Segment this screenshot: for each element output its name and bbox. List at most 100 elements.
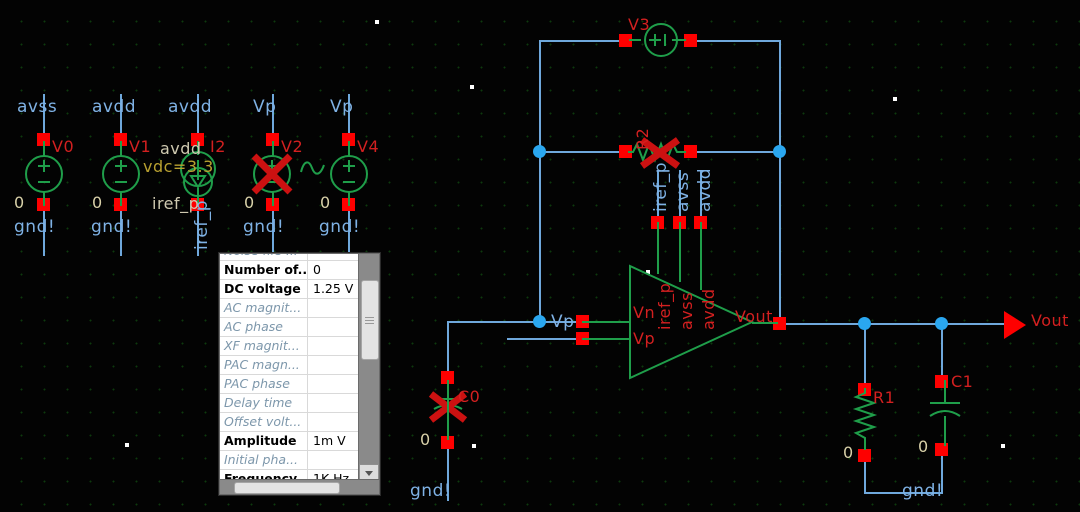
property-name: XF magnit... <box>220 337 308 355</box>
net-label-vp2: Vp <box>330 97 354 117</box>
lead-v0-top <box>43 141 45 157</box>
property-name: Number of... <box>220 261 308 279</box>
property-name: Amplitude <box>220 432 308 450</box>
property-name: AC magnit... <box>220 299 308 317</box>
junction-r1 <box>858 317 871 330</box>
property-name: PAC phase <box>220 375 308 393</box>
wire-vn-node-down[interactable] <box>539 151 541 321</box>
property-value[interactable] <box>308 337 359 355</box>
net-label-vp1: Vp <box>253 97 277 117</box>
net-label-avss: avss <box>17 97 58 117</box>
wire-r1-top[interactable] <box>864 323 866 383</box>
marker-dot <box>470 85 474 89</box>
wire-c1-top[interactable] <box>941 323 943 375</box>
scrollbar-horizontal-thumb[interactable] <box>234 482 340 494</box>
property-row[interactable]: XF magnit... <box>220 337 359 356</box>
property-value[interactable] <box>308 299 359 317</box>
pinlabel-vout: Vout <box>735 307 773 326</box>
junction-c1 <box>935 317 948 330</box>
junction-vn-node <box>533 145 546 158</box>
scrollbar-horizontal[interactable] <box>220 479 379 494</box>
lead-opamp-vp <box>582 338 630 340</box>
property-value[interactable] <box>308 318 359 336</box>
lead-v1-top <box>120 141 122 157</box>
marker-dot <box>375 20 379 24</box>
wire-v3-right-down[interactable] <box>779 40 781 152</box>
property-value[interactable]: 0 <box>308 261 359 279</box>
gnd-label-4: gnd! <box>319 217 361 237</box>
instance-label-v2: V2 <box>281 137 304 156</box>
property-row[interactable]: Delay time <box>220 394 359 413</box>
property-name: Initial pha... <box>220 451 308 469</box>
instance-label-i2: I2 <box>210 137 226 156</box>
property-grid: Noise file ...Number of...0DC voltage1.2… <box>220 254 359 489</box>
instance-label-v1: V1 <box>129 137 152 156</box>
pinlabel-vp: Vp <box>633 329 656 348</box>
wire-r2-right[interactable] <box>690 151 780 153</box>
pinlabel-opamp-avdd: avdd <box>699 288 718 330</box>
property-value[interactable] <box>308 394 359 412</box>
property-name: PAC magn... <box>220 356 308 374</box>
wire-v3-right[interactable] <box>690 40 780 42</box>
wire-r2-left[interactable] <box>539 151 619 153</box>
junction-vn-input <box>533 315 546 328</box>
wire-vout-node-down[interactable] <box>779 151 781 323</box>
property-value[interactable] <box>308 356 359 374</box>
lead-c0 <box>447 380 449 440</box>
marker-dot <box>125 443 129 447</box>
sine-wave-icon <box>300 161 325 175</box>
voltage-source-v4[interactable] <box>325 150 373 198</box>
property-row[interactable]: Amplitude 1m V <box>220 432 359 451</box>
property-panel[interactable]: Noise file ...Number of...0DC voltage1.2… <box>219 253 380 495</box>
property-name: DC voltage <box>220 280 308 298</box>
gnd-label-1: gnd! <box>14 217 56 237</box>
zero-label-c1: 0 <box>918 437 929 456</box>
net-label-opamp-avss: avss <box>673 171 693 212</box>
property-row[interactable]: PAC magn... <box>220 356 359 375</box>
instance-label-c1: C1 <box>951 372 974 391</box>
lead-v4-top <box>348 141 350 157</box>
voltage-source-v1[interactable] <box>97 150 145 198</box>
instance-label-r2: R2 <box>633 127 652 150</box>
property-value[interactable]: 1m V <box>308 432 359 450</box>
lead-v2-bot <box>272 192 274 206</box>
lead-opamp-avdd <box>700 222 702 290</box>
wire-vout-run[interactable] <box>779 323 1019 325</box>
property-value[interactable] <box>308 413 359 431</box>
property-value[interactable] <box>308 451 359 469</box>
output-arrow-icon[interactable] <box>1004 311 1026 339</box>
property-row[interactable]: Initial pha... <box>220 451 359 470</box>
property-value[interactable] <box>308 375 359 393</box>
deleted-marker-v2 <box>251 153 293 195</box>
chevron-down-icon[interactable] <box>359 464 379 480</box>
wire-vp-input[interactable] <box>507 338 582 340</box>
zero-label-v0: 0 <box>14 193 25 212</box>
net-label-opamp-irefp: iref_p <box>651 161 671 212</box>
property-row[interactable]: PAC phase <box>220 375 359 394</box>
pinlabel-opamp-avss: avss <box>677 292 696 330</box>
lead-v2-top <box>272 141 274 157</box>
property-row[interactable]: AC phase <box>220 318 359 337</box>
property-row[interactable]: AC magnit... <box>220 299 359 318</box>
property-row[interactable]: Number of... 0 <box>220 261 359 280</box>
property-name: Noise file ... <box>220 254 308 260</box>
property-row[interactable]: Noise file ... <box>220 254 359 261</box>
voltage-source-v0[interactable] <box>20 150 68 198</box>
pinlabel-opamp-irefp: iref_p <box>655 282 674 330</box>
property-value[interactable] <box>308 254 359 260</box>
wire-v3-left-down[interactable] <box>539 40 541 152</box>
lead-v0-bot <box>43 192 45 206</box>
property-name: Delay time <box>220 394 308 412</box>
lead-v1-bot <box>120 192 122 206</box>
pinlabel-vn: Vn <box>633 303 656 322</box>
schematic-canvas[interactable]: avss avdd avdd Vp Vp V0 V1 I2 V2 V4 avdd… <box>0 0 1080 512</box>
net-label-irefp-vert: iref_p <box>192 199 212 250</box>
property-row[interactable]: DC voltage 1.25 V <box>220 280 359 299</box>
property-row[interactable]: Offset volt... <box>220 413 359 432</box>
scrollbar-vertical[interactable] <box>358 254 379 480</box>
wire-v3-left[interactable] <box>539 40 619 42</box>
lead-v3-left <box>629 39 641 41</box>
scrollbar-vertical-thumb[interactable] <box>361 280 379 360</box>
property-value[interactable]: 1.25 V <box>308 280 359 298</box>
gnd-label-6: gnd! <box>902 481 944 501</box>
